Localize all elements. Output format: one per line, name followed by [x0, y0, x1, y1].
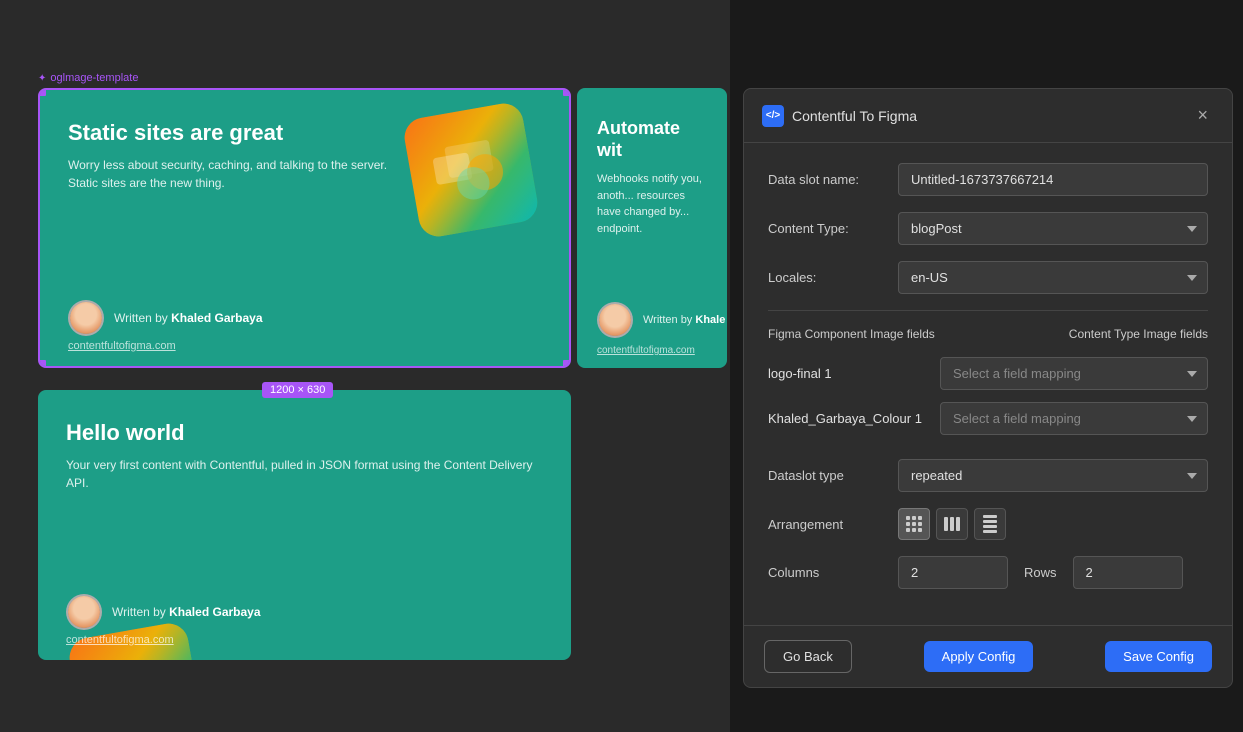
panel-logo: </> — [762, 105, 784, 127]
dataslot-type-row: Dataslot type repeated — [768, 459, 1208, 492]
arrangement-grid-btn[interactable] — [898, 508, 930, 540]
panel-title-row: </> Contentful To Figma — [762, 105, 917, 127]
size-badge: 1200 × 630 — [262, 382, 333, 398]
columns-input[interactable] — [898, 556, 1008, 589]
content-type-row: Content Type: blogPost — [768, 212, 1208, 245]
data-slot-label: Data slot name: — [768, 172, 898, 187]
rows-label: Rows — [1024, 565, 1057, 580]
corner-handle-bl[interactable] — [38, 360, 46, 368]
card-top-right: Automate wit Webhooks notify you, anoth.… — [577, 88, 727, 368]
card-content: Static sites are great Worry less about … — [68, 120, 401, 336]
dataslot-type-select[interactable]: repeated — [898, 459, 1208, 492]
corner-handle-tl[interactable] — [38, 88, 46, 96]
panel-header: </> Contentful To Figma × — [744, 89, 1232, 143]
fields-header: Figma Component Image fields Content Typ… — [768, 327, 1208, 341]
data-slot-row: Data slot name: — [768, 163, 1208, 196]
card-bottom-left: Hello world Your very first content with… — [38, 390, 571, 660]
field-select-1[interactable]: Select a field mapping — [940, 357, 1208, 390]
card-title-bl: Hello world — [66, 420, 543, 446]
arrangement-row: Arrangement — [768, 508, 1208, 540]
card-footer: contentfultofigma.com — [68, 336, 176, 354]
go-back-button[interactable]: Go Back — [764, 640, 852, 673]
card-footer-bl: contentfultofigma.com — [66, 630, 174, 648]
canvas-area: ✦ oglmage-template Static sites are grea… — [0, 0, 730, 732]
avatar-face — [70, 301, 102, 335]
card-title: Static sites are great — [68, 120, 401, 146]
columns-icon — [944, 517, 960, 531]
field-row-2: Khaled_Garbaya_Colour 1 Select a field m… — [768, 402, 1208, 435]
field-row-1: logo-final 1 Select a field mapping — [768, 357, 1208, 390]
corner-handle-br[interactable] — [563, 360, 571, 368]
arrangement-cols-btn[interactable] — [936, 508, 968, 540]
save-config-button[interactable]: Save Config — [1105, 641, 1212, 672]
author-bl: Written by Khaled Garbaya — [66, 594, 543, 630]
card-author: Written by Khaled Garbaya — [68, 300, 401, 336]
locales-select[interactable]: en-US — [898, 261, 1208, 294]
frame-label: ✦ oglmage-template — [38, 72, 138, 84]
panel-footer: Go Back Apply Config Save Config — [744, 625, 1232, 687]
card-desc-tr: Webhooks notify you, anoth... resources … — [597, 171, 707, 237]
field-name-1: logo-final 1 — [768, 366, 928, 381]
arrangement-list-btn[interactable] — [974, 508, 1006, 540]
field-name-2: Khaled_Garbaya_Colour 1 — [768, 411, 928, 426]
divider — [768, 310, 1208, 311]
arrangement-label: Arrangement — [768, 517, 898, 532]
content-type-label: Content Type: — [768, 221, 898, 236]
card-desc: Worry less about security, caching, and … — [68, 156, 401, 192]
frame-icon: ✦ — [38, 73, 46, 84]
author-text: Written by Khaled Garbaya — [114, 311, 263, 325]
card-desc-bl: Your very first content with Contentful,… — [66, 456, 543, 492]
field-select-2[interactable]: Select a field mapping — [940, 402, 1208, 435]
content-type-select[interactable]: blogPost — [898, 212, 1208, 245]
panel-body: Data slot name: Content Type: blogPost L… — [744, 143, 1232, 625]
col-row-inputs: Rows — [898, 556, 1183, 589]
columns-label: Columns — [768, 565, 898, 580]
dataslot-type-label: Dataslot type — [768, 468, 898, 483]
arrangement-icons — [898, 508, 1006, 540]
panel: </> Contentful To Figma × Data slot name… — [743, 88, 1233, 688]
card-content-bl: Hello world Your very first content with… — [66, 420, 543, 630]
locales-row: Locales: en-US — [768, 261, 1208, 294]
corner-handle-tr[interactable] — [563, 88, 571, 96]
grid-icon — [906, 516, 922, 532]
card-title-tr: Automate wit — [597, 118, 707, 161]
avatar — [68, 300, 104, 336]
card-image — [401, 100, 540, 239]
data-slot-input[interactable] — [898, 163, 1208, 196]
rows-input[interactable] — [1073, 556, 1183, 589]
panel-title: Contentful To Figma — [792, 108, 917, 124]
figma-fields-header: Figma Component Image fields — [768, 327, 935, 341]
close-button[interactable]: × — [1191, 103, 1214, 128]
content-fields-header: Content Type Image fields — [1069, 327, 1208, 341]
locales-label: Locales: — [768, 270, 898, 285]
author-tr: Written by Khale — [597, 302, 725, 338]
list-icon — [983, 515, 997, 533]
avatar-tr — [597, 302, 633, 338]
avatar-bl — [66, 594, 102, 630]
card-top-left: Static sites are great Worry less about … — [38, 88, 571, 368]
columns-rows-row: Columns Rows — [768, 556, 1208, 589]
apply-config-button[interactable]: Apply Config — [924, 641, 1034, 672]
